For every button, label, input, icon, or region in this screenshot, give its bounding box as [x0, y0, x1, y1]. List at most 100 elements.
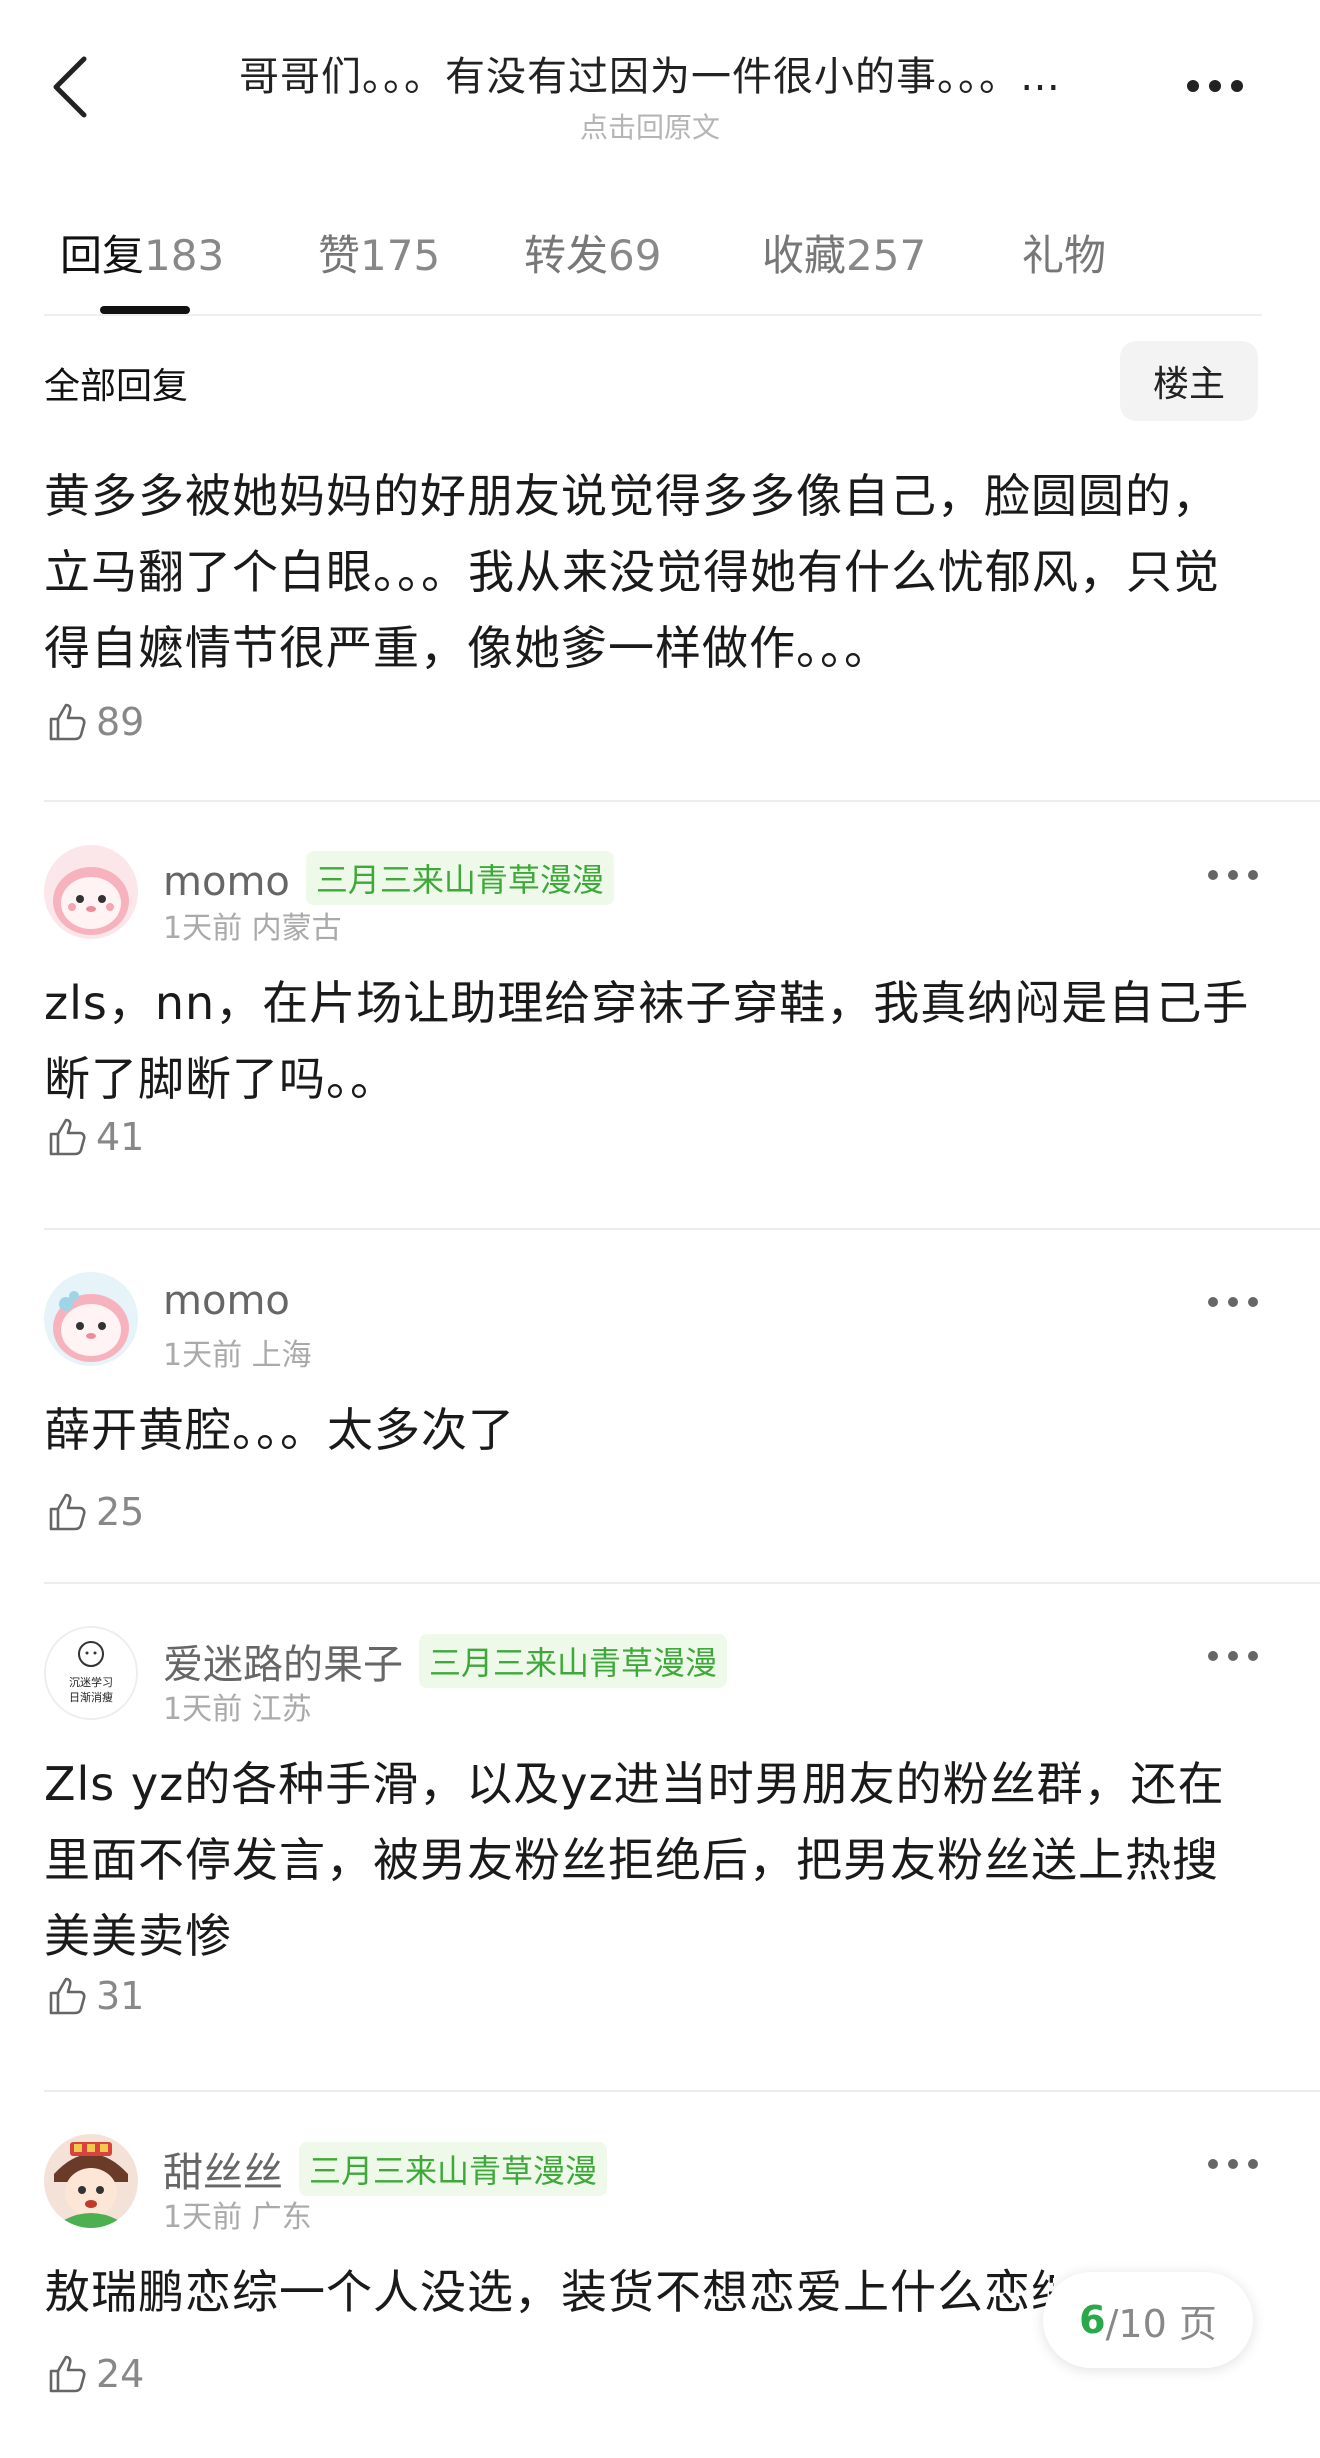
like-button[interactable]: 24	[46, 2352, 144, 2396]
back-button[interactable]	[40, 52, 100, 122]
reply-text: zls，nn，在片场让助理给穿袜子穿鞋，我真纳闷是自己手断了脚断了吗。。	[44, 976, 1250, 1106]
author-name-text: momo	[163, 1278, 290, 1324]
more-dot	[1209, 80, 1221, 92]
reply-text: Zls yz的各种手滑，以及yz进当时男朋友的粉丝群，还在里面不停发言，被男友粉…	[44, 1757, 1225, 1963]
more-dot	[1228, 870, 1238, 880]
fan-badge[interactable]: 三月三来山青草漫漫	[419, 1634, 728, 1688]
fan-badge[interactable]: 三月三来山青草漫漫	[299, 2142, 608, 2196]
like-button[interactable]: 25	[46, 1490, 144, 1534]
reply-more-button[interactable]	[1208, 1646, 1258, 1666]
fan-badge[interactable]: 三月三来山青草漫漫	[305, 851, 614, 905]
more-dot	[1248, 1297, 1258, 1307]
tab-count: 183	[144, 231, 225, 280]
active-tab-indicator	[100, 306, 190, 314]
reply-location: 广东	[251, 2200, 312, 2235]
tab-label: 赞	[318, 231, 361, 280]
back-to-original-link[interactable]: 点击回原文	[180, 106, 1120, 146]
more-button[interactable]	[1180, 66, 1250, 106]
tab-label: 收藏	[762, 231, 847, 280]
tab-label: 礼物	[1022, 231, 1107, 280]
avatar-text-line: 日渐消瘦	[69, 1690, 113, 1704]
tab-likes[interactable]: 赞175	[318, 222, 440, 283]
more-horizontal-icon	[1208, 1297, 1218, 1307]
author-name[interactable]: momo 三月三来山青草漫漫	[163, 851, 614, 905]
divider	[44, 1228, 1320, 1230]
like-button[interactable]: 41	[46, 1115, 144, 1159]
avatar-image	[44, 2134, 138, 2228]
reply-more-button[interactable]	[1208, 865, 1258, 885]
reply-text: 敖瑞鹏恋综一个人没选，装货不想恋爱上什么恋综	[44, 2265, 1054, 2319]
avatar-image: 沉迷学习 日渐消瘦	[46, 1628, 136, 1718]
reply-text: 薛开黄腔。。。太多次了	[44, 1403, 515, 1457]
like-count: 25	[96, 1490, 145, 1534]
like-button[interactable]: 31	[46, 1974, 144, 2018]
thumbs-up-icon	[49, 1118, 86, 1156]
like-count: 89	[96, 700, 145, 744]
avatar-text-line: 沉迷学习	[69, 1675, 113, 1689]
chevron-left-icon	[53, 56, 87, 118]
author-name[interactable]: 爱迷路的果子 三月三来山青草漫漫	[163, 1632, 728, 1690]
author-name-text: 爱迷路的果子	[163, 1642, 403, 1688]
more-dot	[1248, 870, 1258, 880]
tab-label: 转发	[524, 231, 609, 280]
reply-meta: 1天前 内蒙古	[163, 903, 342, 947]
page-indicator[interactable]: 6/10 页	[1043, 2272, 1253, 2368]
author-name-text: 甜丝丝	[163, 2150, 283, 2196]
thumbs-up-icon	[49, 1977, 86, 2015]
tab-favorites[interactable]: 收藏257	[762, 222, 926, 283]
author-name[interactable]: 甜丝丝 三月三来山青草漫漫	[163, 2140, 608, 2198]
tab-bar: 回复183 赞175 转发69 收藏257 礼物	[0, 210, 1320, 315]
tab-count: 69	[608, 231, 662, 280]
title-area[interactable]: 哥哥们。。。有没有过因为一件很小的事。。。… 点击回原文	[180, 44, 1120, 146]
all-replies-label[interactable]: 全部回复	[44, 357, 188, 409]
reply-location: 江苏	[251, 1692, 312, 1727]
more-dot	[1248, 1651, 1258, 1661]
reply-meta: 1天前 江苏	[163, 1684, 312, 1728]
divider	[44, 2090, 1320, 2092]
avatar[interactable]: 沉迷学习 日渐消瘦	[44, 1626, 138, 1720]
thumbs-up-icon	[49, 2355, 86, 2393]
author-name[interactable]: momo	[163, 1278, 290, 1324]
filter-row: 全部回复 楼主	[0, 335, 1320, 425]
more-horizontal-icon	[1208, 870, 1218, 880]
more-dot	[1228, 1651, 1238, 1661]
op-only-button[interactable]: 楼主	[1120, 341, 1258, 421]
reply-time: 1天前	[163, 1338, 243, 1373]
tab-replies[interactable]: 回复183	[60, 222, 224, 283]
more-horizontal-icon	[1187, 80, 1199, 92]
tab-gifts[interactable]: 礼物	[1022, 222, 1106, 283]
avatar[interactable]	[44, 1272, 138, 1366]
more-horizontal-icon	[1208, 1651, 1218, 1661]
more-dot	[1248, 2159, 1258, 2169]
author-name-text: momo	[163, 859, 290, 905]
divider	[44, 800, 1320, 802]
reply-meta: 1天前 广东	[163, 2192, 312, 2236]
thumbs-up-icon	[49, 703, 86, 741]
tab-reposts[interactable]: 转发69	[524, 222, 661, 283]
avatar-image	[44, 1272, 138, 1366]
reply-location: 上海	[251, 1338, 312, 1373]
tab-count: 175	[360, 231, 441, 280]
like-count: 41	[96, 1115, 145, 1159]
tab-count: 257	[846, 231, 927, 280]
reply-more-button[interactable]	[1208, 2154, 1258, 2174]
reply-location: 内蒙古	[251, 911, 342, 946]
reply-more-button[interactable]	[1208, 1292, 1258, 1312]
avatar[interactable]	[44, 2134, 138, 2228]
more-dot	[1228, 2159, 1238, 2169]
reply-text: 黄多多被她妈妈的好朋友说觉得多多像自己，脸圆圆的，立马翻了个白眼。。。我从来没觉…	[44, 469, 1220, 675]
divider	[44, 314, 1262, 316]
more-horizontal-icon	[1208, 2159, 1218, 2169]
avatar[interactable]	[44, 845, 138, 939]
top-bar: 哥哥们。。。有没有过因为一件很小的事。。。… 点击回原文	[0, 0, 1320, 170]
reply-time: 1天前	[163, 1692, 243, 1727]
current-page: 6	[1079, 2298, 1106, 2342]
like-button[interactable]: 89	[46, 700, 144, 744]
avatar-image	[44, 845, 138, 939]
total-pages: /10 页	[1105, 2301, 1217, 2346]
more-dot	[1228, 1297, 1238, 1307]
divider	[44, 1582, 1320, 1584]
tab-label: 回复	[60, 231, 145, 280]
thumbs-up-icon	[49, 1493, 86, 1531]
page-title: 哥哥们。。。有没有过因为一件很小的事。。。…	[239, 54, 1061, 100]
